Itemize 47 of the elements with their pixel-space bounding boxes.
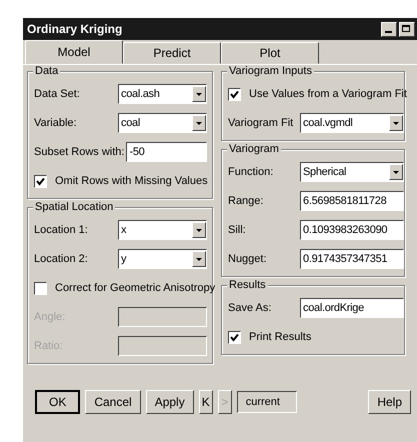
field-label: Location 2: <box>34 253 89 265</box>
group-title: Data <box>33 65 60 77</box>
input-field[interactable]: 0.1093983263090 <box>300 220 404 240</box>
tab[interactable]: Plot <box>221 42 319 64</box>
field-label: Variogram Fit <box>228 117 294 129</box>
checkbox-label: Print Results <box>249 331 312 343</box>
input-field[interactable]: -50 <box>126 142 207 162</box>
field-label: Range: <box>228 195 264 207</box>
window-title: Ordinary Kriging <box>27 22 124 36</box>
dialog-button[interactable]: OK <box>35 390 80 414</box>
checkbox[interactable] <box>228 88 241 100</box>
field-label: Sill: <box>228 224 247 236</box>
checkbox-label: Use Values from a Variogram Fit <box>249 88 407 100</box>
input-field[interactable]: 0.9174357347351 <box>300 249 404 269</box>
input-field[interactable]: 6.5698581811728 <box>300 191 404 211</box>
navigation-button[interactable]: K <box>198 390 213 414</box>
checkbox-label: Correct for Geometric Anisotropy <box>55 282 216 294</box>
input-field[interactable]: coal.ordKrige <box>300 298 404 318</box>
field-label: Save As: <box>228 302 272 314</box>
checkbox[interactable] <box>228 330 241 344</box>
dropdown[interactable]: x <box>118 220 207 240</box>
dropdown[interactable]: coal.vgmdl <box>300 113 404 133</box>
group-title: Variogram <box>227 143 281 155</box>
field-label: Data Set: <box>34 88 81 100</box>
group-title: Results <box>227 279 268 291</box>
checkbox[interactable] <box>34 282 47 294</box>
dropdown[interactable]: coal <box>118 113 207 133</box>
minimize-button[interactable] <box>381 22 397 36</box>
group-title: Spatial Location <box>33 201 116 213</box>
dialog-button[interactable]: Cancel <box>85 390 141 414</box>
tab[interactable]: Predict <box>123 42 221 64</box>
dropdown[interactable]: Spherical <box>300 162 404 182</box>
field-label: Variable: <box>34 117 78 129</box>
field-label: Nugget: <box>228 253 268 265</box>
dropdown[interactable]: y <box>118 249 207 269</box>
checkbox-label: Omit Rows with Missing Values <box>55 175 208 187</box>
dialog-button[interactable]: Help <box>368 390 411 414</box>
group-title: Variogram Inputs <box>227 65 314 77</box>
tab[interactable]: Model <box>25 40 123 64</box>
dialog-button[interactable]: Apply <box>146 390 194 414</box>
checkbox[interactable] <box>34 174 47 188</box>
field-label: Subset Rows with: <box>34 146 124 158</box>
current-field[interactable]: current <box>236 391 297 413</box>
field-label: Function: <box>228 166 274 178</box>
field-label: Location 1: <box>34 224 89 236</box>
dropdown[interactable]: coal.ash <box>118 84 207 104</box>
maximize-button[interactable] <box>399 22 415 36</box>
